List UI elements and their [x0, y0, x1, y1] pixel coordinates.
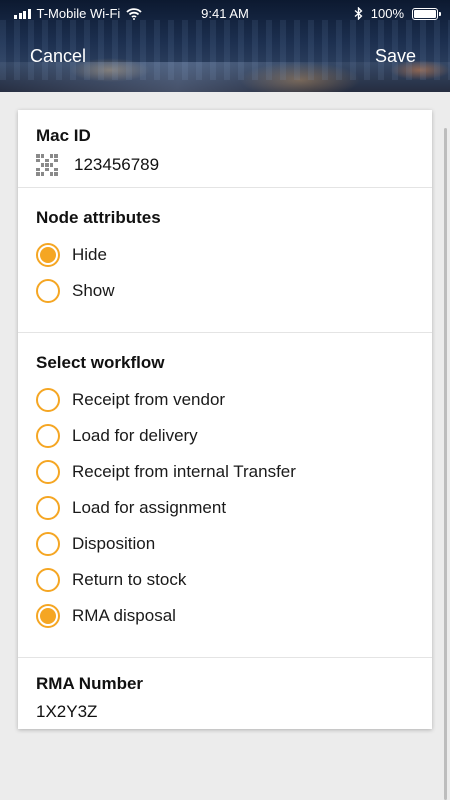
divider — [18, 332, 432, 333]
radio-button[interactable] — [36, 388, 60, 412]
radio-option-return-to-stock[interactable]: Return to stock — [36, 562, 432, 598]
radio-option-load-for-assignment[interactable]: Load for assignment — [36, 490, 432, 526]
radio-button[interactable] — [36, 604, 60, 628]
divider — [18, 657, 432, 658]
radio-button[interactable] — [36, 532, 60, 556]
node-attributes-section: Node attributes Hide Show — [18, 208, 432, 309]
radio-button[interactable] — [36, 460, 60, 484]
workflow-section: Select workflow Receipt from vendor Load… — [18, 353, 432, 634]
radio-option-load-for-delivery[interactable]: Load for delivery — [36, 418, 432, 454]
bluetooth-icon — [354, 7, 363, 20]
header-banner: T-Mobile Wi-Fi 9:41 AM 100% Cancel Save — [0, 0, 450, 92]
form-card: Mac ID 123456789 Node attributes Hide Sh… — [18, 110, 432, 729]
qr-code-icon[interactable] — [36, 154, 58, 176]
radio-label: Load for assignment — [72, 498, 227, 517]
radio-label: Load for delivery — [72, 426, 198, 445]
rma-number-title: RMA Number — [36, 674, 144, 693]
workflow-group: Receipt from vendor Load for delivery Re… — [36, 382, 432, 634]
radio-button[interactable] — [36, 496, 60, 520]
rma-section: RMA Number 1X2Y3Z — [18, 674, 432, 722]
status-bar: T-Mobile Wi-Fi 9:41 AM 100% — [0, 0, 450, 28]
radio-label: Receipt from internal Transfer — [72, 462, 296, 481]
radio-label: Hide — [72, 245, 107, 264]
battery-percent: 100% — [370, 6, 404, 21]
radio-button[interactable] — [36, 568, 60, 592]
radio-label: Return to stock — [72, 570, 187, 589]
radio-label: Receipt from vendor — [72, 390, 226, 409]
radio-button[interactable] — [36, 424, 60, 448]
radio-label: Show — [72, 281, 115, 300]
node-attributes-title: Node attributes — [36, 208, 161, 227]
radio-option-receipt-from-internal-transfer[interactable]: Receipt from internal Transfer — [36, 454, 432, 490]
mac-id-value: 123456789 — [74, 155, 160, 174]
radio-label: Disposition — [72, 534, 156, 553]
cancel-button[interactable]: Cancel — [30, 46, 86, 67]
mac-id-title: Mac ID — [36, 126, 91, 145]
radio-button[interactable] — [36, 279, 60, 303]
radio-option-show[interactable]: Show — [36, 273, 432, 309]
mac-id-section: Mac ID 123456789 — [18, 126, 432, 176]
workflow-title: Select workflow — [36, 353, 165, 372]
divider — [18, 187, 432, 188]
radio-label: RMA disposal — [72, 606, 176, 625]
radio-option-rma-disposal[interactable]: RMA disposal — [36, 598, 432, 634]
save-button[interactable]: Save — [375, 46, 416, 67]
battery-icon — [412, 7, 441, 20]
radio-button[interactable] — [36, 243, 60, 267]
radio-option-hide[interactable]: Hide — [36, 237, 432, 273]
node-attributes-group: Hide Show — [36, 237, 432, 309]
radio-option-disposition[interactable]: Disposition — [36, 526, 432, 562]
rma-number-value[interactable]: 1X2Y3Z — [36, 702, 432, 722]
scrollbar[interactable] — [444, 128, 447, 800]
radio-option-receipt-from-vendor[interactable]: Receipt from vendor — [36, 382, 432, 418]
